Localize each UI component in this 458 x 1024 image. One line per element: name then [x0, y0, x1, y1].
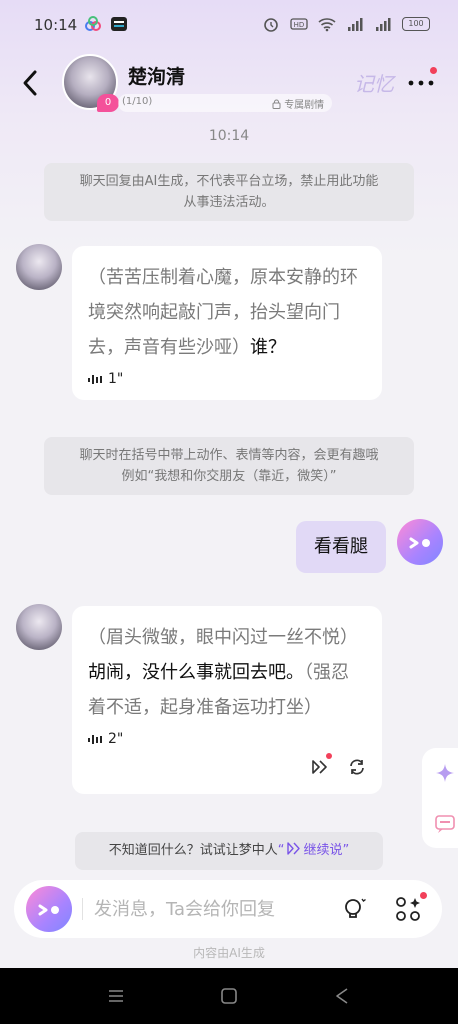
character-message[interactable]: （眉头微皱，眼中闪过一丝不悦）胡闹，没什么事就回去吧。（强忍着不适，起身准备运功… [72, 606, 382, 794]
more-options-red-dot [430, 67, 437, 74]
message-input[interactable] [94, 892, 324, 926]
continue-open-quote: “ [277, 843, 285, 858]
user-avatar-face-icon [409, 537, 430, 549]
avatar-face-icon [38, 904, 59, 916]
status-bar: 10:14 HD 100 [0, 0, 458, 52]
character-message[interactable]: （苦苦压制着心魔，原本安静的环境突然响起敲门声，抬头望向门去，声音有些沙哑）谁？… [72, 246, 382, 400]
message-text: （眉头微皱，眼中闪过一丝不悦）胡闹，没什么事就回去吧。（强忍着不适，起身准备运功… [88, 620, 366, 725]
notice-line: 聊天时在括号中带上动作、表情等内容，会更有趣哦 [79, 448, 379, 463]
more-options-button[interactable] [404, 72, 438, 92]
memory-button[interactable]: 记忆 [354, 68, 394, 97]
notice-line: 从事违法活动。 [183, 195, 275, 210]
user-avatar[interactable] [397, 519, 443, 565]
wifi-icon [318, 18, 336, 32]
hd-icon: HD [290, 18, 308, 30]
home-icon[interactable] [219, 986, 239, 1006]
regenerate-icon[interactable] [348, 758, 366, 776]
exclusive-story-label[interactable]: 专属剧情 [272, 96, 324, 111]
voice-duration: 1" [108, 371, 124, 387]
notice-line: 聊天回复由AI生成，不代表平台立场，禁止用此功能 [79, 174, 379, 189]
continue-link-icon [286, 842, 300, 855]
back-nav-icon[interactable] [332, 986, 352, 1006]
action-text: （眉头微皱，眼中闪过一丝不悦） [88, 627, 358, 648]
intimacy-badge: 0 [97, 94, 119, 112]
input-bar [14, 880, 442, 938]
voice-duration: 2" [108, 731, 124, 747]
speech-text: 谁？ [250, 337, 286, 358]
back-button[interactable] [18, 66, 42, 100]
voice-playback[interactable]: 2" [88, 731, 366, 747]
sparkle-icon[interactable] [434, 762, 456, 784]
recents-icon[interactable] [106, 986, 126, 1006]
signal-icon [376, 18, 391, 31]
voice-playback[interactable]: 1" [88, 371, 366, 387]
character-name[interactable]: 楚洵清 [128, 62, 185, 89]
continue-button[interactable] [310, 753, 332, 780]
tools-red-dot [420, 892, 427, 899]
alarm-icon [264, 18, 278, 32]
lock-icon [272, 99, 281, 109]
app-notification-icon [85, 16, 101, 31]
story-progress: (1/10) [122, 96, 153, 107]
voice-wave-icon [88, 735, 102, 744]
continue-link[interactable]: 继续说 [304, 843, 343, 858]
character-avatar-small[interactable] [16, 244, 62, 290]
notification-icons [84, 16, 128, 32]
side-toolbar [422, 748, 458, 848]
speech-text: 胡闹，没什么事就回去吧。 [88, 662, 304, 683]
user-message[interactable]: 看看腿 [296, 521, 386, 573]
chat-header: 0 楚洵清 (1/10) 专属剧情 记忆 [0, 52, 458, 122]
character-avatar-small[interactable] [16, 604, 62, 650]
continue-hint[interactable]: 不知道回什么？试试让梦中人“ 继续说” [75, 832, 383, 870]
chat-bubble-icon[interactable] [434, 814, 456, 834]
ai-generated-label: 内容由AI生成 [193, 946, 265, 960]
notice-line: 例如“我想和你交朋友（靠近，微笑）” [121, 469, 337, 484]
svg-text:HD: HD [294, 21, 305, 29]
system-nav-bar [0, 968, 458, 1024]
system-icons: HD 100 [262, 16, 430, 32]
tips-notice: 聊天时在括号中带上动作、表情等内容，会更有趣哦 例如“我想和你交朋友（靠近，微笑… [44, 437, 414, 495]
continue-close-quote: ” [342, 843, 350, 858]
battery-indicator: 100 [402, 17, 430, 31]
message-text: （苦苦压制着心魔，原本安静的环境突然响起敲门声，抬头望向门去，声音有些沙哑）谁？ [88, 260, 366, 365]
input-avatar-button[interactable] [26, 886, 72, 932]
lightbulb-icon[interactable] [340, 895, 368, 923]
input-divider [82, 898, 83, 920]
action-text: （苦苦压制着心魔，原本安静的环境突然响起敲门声，抬头望向门去，声音有些沙哑） [88, 267, 358, 358]
continue-red-dot [326, 753, 332, 759]
status-time: 10:14 [34, 16, 78, 34]
continue-hint-text: 不知道回什么？试试让梦中人 [108, 843, 278, 858]
signal-icon [348, 18, 363, 31]
app-notification-icon [111, 17, 127, 31]
voice-wave-icon [88, 375, 102, 384]
exclusive-story-text: 专属剧情 [284, 100, 325, 111]
message-actions [310, 753, 366, 780]
chat-timestamp: 10:14 [208, 128, 250, 144]
more-tools-icon[interactable] [394, 895, 422, 923]
continue-icon [312, 760, 327, 774]
ai-disclaimer-notice: 聊天回复由AI生成，不代表平台立场，禁止用此功能 从事违法活动。 [44, 163, 414, 221]
